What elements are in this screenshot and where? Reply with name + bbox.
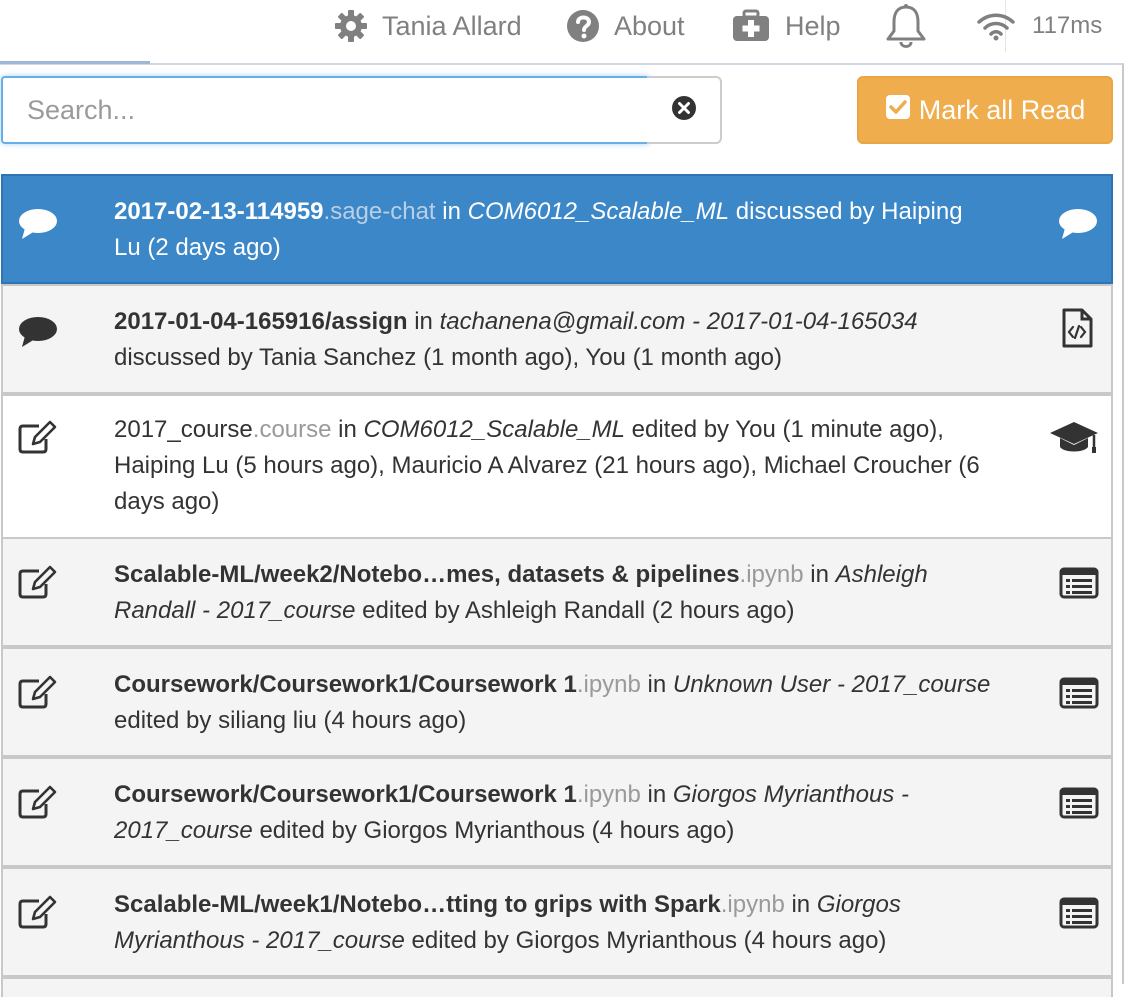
notification-item[interactable]: 2017_course.course in COM6012_Scalable_M… [1,394,1113,539]
notification-item[interactable]: 2017-01-04-165916/assign in tachanena@gm… [1,284,1113,394]
edit-icon [17,675,57,716]
notification-project: tachanena@gmail.com - 2017-01-04-165034 [439,308,918,335]
notification-title: 2017_course [114,416,253,443]
notification-title: Coursework/Coursework1/Coursework 1 [114,671,577,698]
bell-icon [884,3,928,49]
top-nav-bar: Tania Allard About Help 117ms [0,0,1124,52]
notification-project: COM6012_Scalable_ML [467,198,730,225]
ping-label: 117ms [1032,12,1103,39]
notification-ext: .ipynb [576,781,641,808]
notification-in: in [784,891,817,918]
notification-title: Scalable-ML/week1/Notebo…tting to grips … [114,891,721,918]
notification-item[interactable]: Scalable-ML/week1/Notebo…tting to grips … [1,867,1113,977]
medkit-icon [731,9,771,43]
notification-action: edited by Giorgos Myrianthous (4 hours a… [252,817,735,844]
comment-icon [17,206,59,247]
question-circle-icon [566,9,600,43]
notification-item-partial[interactable] [1,977,1113,997]
help-label: Help [785,10,841,41]
comment-icon [1057,206,1099,247]
notification-text: 2017-02-13-114959.sage-chat in COM6012_S… [114,194,994,266]
edit-icon [17,420,57,461]
search-clear-button[interactable] [647,76,722,144]
notification-project: Unknown User - 2017_course [672,671,991,698]
notification-project: COM6012_Scalable_ML [363,416,625,443]
notification-text: Scalable-ML/week1/Notebo…tting to grips … [114,887,994,959]
notification-title: Coursework/Coursework1/Coursework 1 [114,781,577,808]
notification-title: Scalable-ML/week2/Notebo…mes, datasets &… [114,561,740,588]
check-square-icon [885,94,919,127]
notification-item[interactable]: 2017-02-13-114959.sage-chat in COM6012_S… [1,174,1113,284]
account-nav-item[interactable]: Tania Allard [334,0,522,52]
mark-all-read-label: Mark all Read [918,94,1086,125]
notification-ext: .course [252,416,332,443]
list-alt-icon [1059,567,1099,604]
edit-icon [17,895,57,936]
notification-item[interactable]: Coursework/Coursework1/Coursework 1.ipyn… [1,647,1113,757]
comment-icon [17,314,59,355]
times-circle-icon [671,95,697,126]
notification-item[interactable]: Scalable-ML/week2/Notebo…mes, datasets &… [1,537,1113,647]
notification-title: 2017-01-04-165916/assign [114,308,408,335]
edit-icon [17,785,57,826]
notification-in: in [640,671,673,698]
notification-text: Coursework/Coursework1/Coursework 1.ipyn… [114,777,994,849]
list-alt-icon [1059,677,1099,714]
search-group [1,76,722,144]
wifi-icon [976,10,1016,42]
notification-action: edited by Giorgos Myrianthous (4 hours a… [404,927,887,954]
about-label: About [614,10,685,41]
notification-text: 2017_course.course in COM6012_Scalable_M… [114,412,994,520]
list-alt-icon [1059,897,1099,934]
about-nav-item[interactable]: About [566,0,685,52]
account-label: Tania Allard [382,10,522,41]
notification-in: in [640,781,673,808]
notification-ext: .ipynb [739,561,804,588]
notification-text: Coursework/Coursework1/Coursework 1.ipyn… [114,667,994,739]
notification-in: in [803,561,836,588]
notification-action: discussed by Tania Sanchez (1 month ago)… [114,344,782,371]
notification-text: Scalable-ML/week2/Notebo…mes, datasets &… [114,557,994,629]
notification-item[interactable]: Coursework/Coursework1/Coursework 1.ipyn… [1,757,1113,867]
notification-title: 2017-02-13-114959 [114,198,324,225]
notification-ext: .sage-chat [323,198,436,225]
list-alt-icon [1059,787,1099,824]
mark-all-read-button[interactable]: Mark all Read [857,76,1113,144]
panel-accent [0,61,150,64]
notification-action: edited by Ashleigh Randall (2 hours ago) [355,597,795,624]
gear-icon [334,9,368,43]
notification-in: in [435,198,468,225]
notifications-nav-item[interactable] [884,0,928,52]
edit-icon [17,565,57,606]
graduation-cap-icon [1049,420,1099,461]
notification-text: 2017-01-04-165916/assign in tachanena@gm… [114,304,994,376]
notification-action: edited by siliang liu (4 hours ago) [114,707,467,734]
notification-ext: .ipynb [720,891,785,918]
connection-nav-item[interactable]: 117ms [976,0,1102,52]
search-input[interactable] [1,76,649,144]
notification-in: in [407,308,440,335]
help-nav-item[interactable]: Help [731,0,841,52]
notification-in: in [331,416,364,443]
notification-ext: .ipynb [576,671,641,698]
file-code-icon [1061,308,1093,353]
